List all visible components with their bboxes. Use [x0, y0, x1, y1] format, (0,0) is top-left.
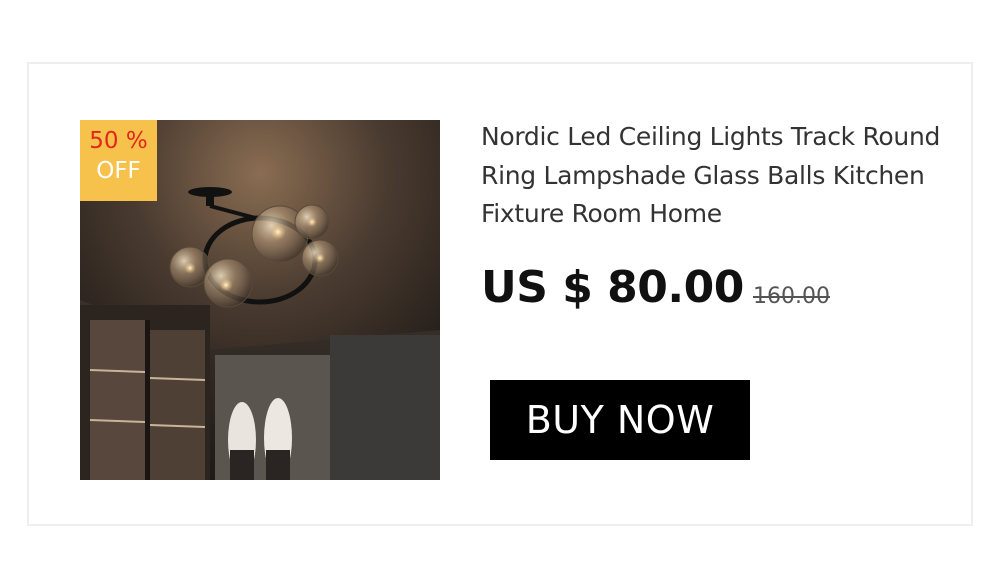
buy-now-button[interactable]: BUY NOW — [490, 380, 750, 460]
product-title[interactable]: Nordic Led Ceiling Lights Track Round Ri… — [481, 118, 951, 234]
discount-off-label: OFF — [96, 158, 141, 184]
original-price: 160.00 — [753, 284, 830, 309]
current-price: US $ 80.00 — [481, 262, 744, 313]
discount-badge: 50 % OFF — [80, 120, 157, 201]
discount-percent: 50 % — [89, 128, 148, 154]
